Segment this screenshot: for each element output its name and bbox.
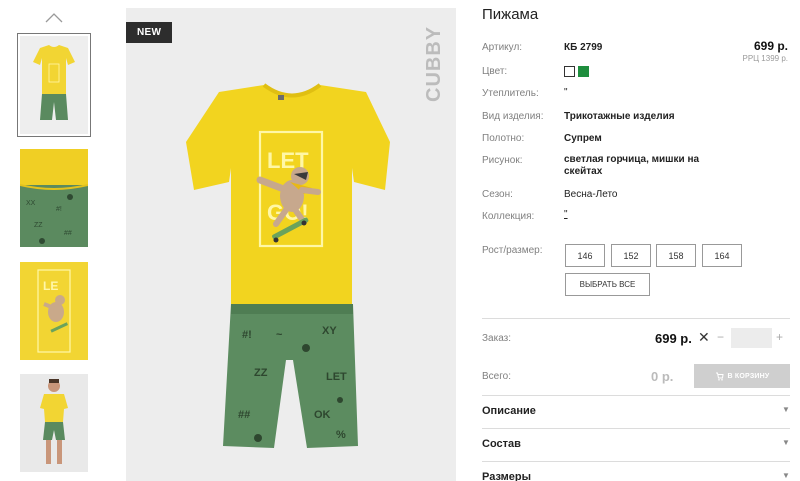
add-to-cart-label: В КОРЗИНУ: [727, 372, 770, 380]
color-label: Цвет:: [482, 66, 508, 77]
svg-text:OK: OK: [314, 409, 331, 421]
chevron-down-icon[interactable]: ▼: [782, 405, 790, 414]
svg-text:GO!: GO!: [267, 200, 309, 225]
svg-text:XY: XY: [322, 325, 337, 337]
product-price: 699 р.: [753, 39, 788, 53]
recommended-retail-price: РРЦ 1399 р.: [742, 54, 788, 63]
divider: [482, 318, 790, 319]
season-value: Весна-Лето: [564, 189, 618, 200]
svg-text:ZZ: ZZ: [34, 222, 43, 229]
new-badge: NEW: [126, 22, 173, 43]
kind-value: Трикотажные изделия: [564, 111, 675, 122]
color-swatch-white[interactable]: [564, 66, 575, 77]
thumbnail-print-detail[interactable]: LE: [20, 262, 88, 360]
fabric-value: Супрем: [564, 133, 602, 144]
insulation-value: ": [564, 87, 568, 98]
pajama-set-image: [20, 36, 88, 134]
svg-text:##: ##: [64, 230, 72, 237]
pajama-set-illustration: LET GO! #! XY ZZ ## LET OK ~ %: [186, 83, 390, 448]
svg-text:#!: #!: [56, 206, 62, 213]
collection-link[interactable]: ": [564, 209, 568, 221]
svg-text:LE: LE: [43, 279, 58, 293]
order-price: 699 р.: [655, 331, 692, 346]
size-label: Рост/размер:: [482, 245, 543, 256]
model-photo-image: [20, 374, 88, 472]
svg-text:#!: #!: [242, 329, 252, 341]
article-label: Артикул:: [482, 42, 523, 53]
accordion-sizes[interactable]: Размеры: [482, 471, 531, 481]
chevron-down-icon[interactable]: ▼: [782, 471, 790, 480]
chevron-up-icon: [45, 13, 63, 23]
size-button-146[interactable]: 146: [565, 244, 605, 267]
article-value: КБ 2799: [564, 42, 603, 53]
size-button-164[interactable]: 164: [702, 244, 742, 267]
size-button-152[interactable]: 152: [611, 244, 651, 267]
svg-text:##: ##: [238, 409, 250, 421]
pattern-value-line2: скейтах: [564, 166, 603, 177]
insulation-label: Утеплитель:: [482, 88, 539, 99]
select-all-sizes-button[interactable]: ВЫБРАТЬ ВСЕ: [565, 273, 650, 296]
cart-icon: [715, 372, 724, 381]
chevron-down-icon[interactable]: ▼: [782, 438, 790, 447]
thumbnail-scroll-up-button[interactable]: [44, 10, 64, 24]
color-swatch-green[interactable]: [578, 66, 589, 77]
total-price: 0 р.: [651, 369, 674, 384]
accordion-description[interactable]: Описание: [482, 405, 536, 417]
svg-text:%: %: [336, 429, 346, 441]
thumbnail-model-photo[interactable]: [20, 374, 88, 472]
main-product-image[interactable]: NEW CUBBY LET GO! #! XY ZZ ## LET OK ~ %: [126, 8, 456, 481]
pattern-value-line1: светлая горчица, мишки на: [564, 154, 700, 165]
collection-label: Коллекция:: [482, 211, 535, 222]
thumbnail-shorts-detail[interactable]: XX #! ZZ ##: [20, 149, 88, 247]
divider: [482, 395, 790, 396]
tshirt-print-image: LE: [20, 262, 88, 360]
svg-text:~: ~: [276, 329, 283, 341]
accordion-composition[interactable]: Состав: [482, 438, 521, 450]
shorts-pattern-image: XX #! ZZ ##: [20, 149, 88, 247]
svg-text:XX: XX: [26, 200, 36, 207]
product-title: Пижама: [482, 6, 539, 23]
svg-text:LET: LET: [326, 371, 347, 383]
size-button-158[interactable]: 158: [656, 244, 696, 267]
svg-text:ZZ: ZZ: [254, 367, 268, 379]
thumbnail-full-set[interactable]: [17, 33, 91, 137]
brand-logo: CUBBY: [423, 26, 445, 102]
kind-label: Вид изделия:: [482, 111, 544, 122]
divider: [482, 461, 790, 462]
fabric-label: Полотно:: [482, 133, 525, 144]
add-to-cart-button[interactable]: В КОРЗИНУ: [694, 364, 790, 388]
quantity-input[interactable]: [731, 328, 772, 348]
quantity-decrease-button[interactable]: −: [717, 330, 724, 344]
order-label: Заказ:: [482, 333, 512, 344]
season-label: Сезон:: [482, 189, 513, 200]
divider: [482, 428, 790, 429]
quantity-increase-button[interactable]: +: [776, 330, 783, 344]
pattern-label: Рисунок:: [482, 155, 523, 166]
clear-order-button[interactable]: ✕: [698, 329, 710, 346]
svg-text:CUBBY: CUBBY: [423, 26, 445, 102]
total-label: Всего:: [482, 371, 511, 382]
svg-text:LET: LET: [267, 148, 309, 173]
